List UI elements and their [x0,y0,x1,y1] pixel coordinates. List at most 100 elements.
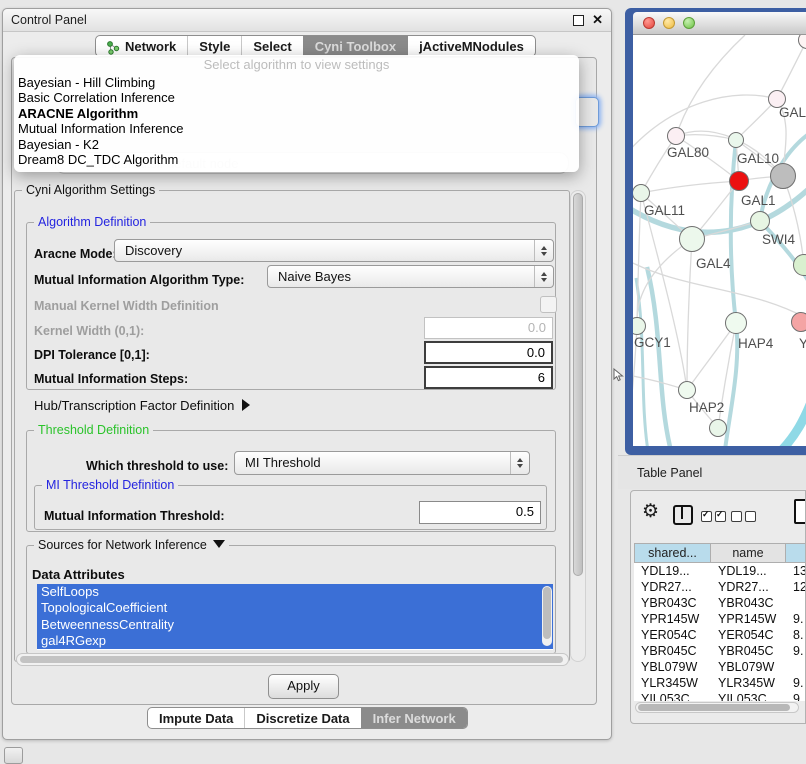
new-table-icon[interactable] [794,499,806,524]
tab-impute-data[interactable]: Impute Data [148,708,244,728]
mi-algorithm-type-select[interactable]: Naive Bayes [267,265,554,288]
minimize-traffic-light-icon[interactable] [663,17,675,29]
mi-threshold-group-title: MI Threshold Definition [42,478,178,492]
kernel-width-input[interactable]: 0.0 [424,317,553,339]
cyni-algorithm-settings-title: Cyni Algorithm Settings [22,183,159,197]
show-selected-columns-icon[interactable] [701,509,729,527]
spinner-arrows-icon [534,266,553,287]
table-cell: YER054C [711,627,786,643]
data-attributes-list[interactable]: SelfLoopsTopologicalCoefficientBetweenne… [37,584,553,650]
table-cell: 12 [786,579,806,595]
network-node[interactable] [750,211,770,231]
table-row[interactable]: YBR045CYBR045C9. [634,643,806,659]
tab-style[interactable]: Style [187,36,241,56]
hide-columns-icon[interactable] [731,509,759,527]
node-label: HAP2 [689,400,724,415]
close-icon[interactable]: ✕ [592,12,603,28]
network-node[interactable] [725,312,747,334]
which-threshold-select[interactable]: MI Threshold [234,451,530,475]
network-edge [676,35,745,136]
network-canvas[interactable]: GALGAL80GAL10GAL1GAL11SWI4GAL4GCY1HAP4YH… [633,35,806,446]
tab-infer-network[interactable]: Infer Network [361,708,467,728]
attribute-item[interactable]: gal4RGexp [37,633,553,649]
gear-icon[interactable]: ⚙ [642,500,659,523]
manual-kernel-width-checkbox[interactable] [540,296,557,313]
table-row[interactable]: YDR27...YDR27...12 [634,579,806,595]
table-row[interactable]: YIL053CYIL053C9. [634,691,806,701]
table-panel-title: Table Panel [637,466,702,480]
network-node[interactable] [729,171,749,191]
network-node[interactable] [770,163,796,189]
algorithm-option[interactable]: Basic Correlation Inference [14,90,579,105]
table-cell: 9. [786,611,806,627]
table-row[interactable]: YBL079WYBL079W [634,659,806,675]
tab-network[interactable]: Network [96,36,187,56]
attribute-item[interactable]: SelfLoops [37,584,553,600]
aracne-mode-select[interactable]: Discovery [114,239,554,262]
algorithm-option[interactable]: Mutual Information Inference [14,121,579,136]
table-cell: YBL079W [711,659,786,675]
network-window-titlebar[interactable] [633,12,806,35]
table-row[interactable]: YER054CYER054C8. [634,627,806,643]
control-panel-titlebar: Control Panel ✕ [3,9,611,32]
algorithm-option[interactable]: Bayesian - K2 [14,137,579,152]
attribute-item[interactable]: BetweennessCentrality [37,617,553,633]
algorithm-dropdown-prompt: Select algorithm to view settings [14,57,579,75]
float-window-icon[interactable] [573,15,584,26]
algorithm-option[interactable]: ARACNE Algorithm [14,106,579,121]
tab-select[interactable]: Select [241,36,302,56]
algorithm-option[interactable]: Dream8 DC_TDC Algorithm [14,152,579,167]
algorithm-dropdown-list: Bayesian - Hill ClimbingBasic Correlatio… [14,75,579,167]
hub-definition-toggle[interactable]: Hub/Transcription Factor Definition [34,398,250,413]
expanded-arrow-icon [213,540,225,548]
close-traffic-light-icon[interactable] [643,17,655,29]
table-panel: ⚙ shared...name YDL19...YDL19...13YDR27.… [630,490,806,724]
apply-button[interactable]: Apply [268,674,339,699]
table-row[interactable]: YPR145WYPR145W9. [634,611,806,627]
kernel-width-label: Kernel Width (0,1): [34,324,144,338]
node-label: SWI4 [762,232,795,247]
network-node[interactable] [678,381,696,399]
column-header[interactable]: shared... [634,543,711,563]
table-cell: YPR145W [634,611,711,627]
network-edge [781,397,806,446]
table-panel-titlebar: Table Panel [618,455,806,489]
table-horizontal-scrollbar[interactable] [635,702,799,713]
table-cell: YBR045C [711,643,786,659]
table-row[interactable]: YDL19...YDL19...13 [634,563,806,579]
table-cell: 13 [786,563,806,579]
network-node[interactable] [791,312,806,332]
mi-steps-input[interactable]: 6 [424,366,553,389]
node-label: HAP4 [738,336,773,351]
network-node[interactable] [667,127,685,145]
table-row[interactable]: YBR043CYBR043C [634,595,806,611]
mi-threshold-input[interactable]: 0.5 [419,501,541,524]
collapsed-panel-button[interactable] [4,747,23,764]
table-cell: 9. [786,675,806,691]
network-node[interactable] [709,419,727,437]
mi-threshold-label: Mutual Information Threshold: [44,509,225,523]
table-row[interactable]: YLR345WYLR345W9. [634,675,806,691]
zoom-traffic-light-icon[interactable] [683,17,695,29]
attribute-item[interactable]: TopologicalCoefficient [37,600,553,616]
tab-jactivemnodules[interactable]: jActiveMNodules [407,36,535,56]
algorithm-definition-title: Algorithm Definition [34,215,150,229]
algorithm-option[interactable]: Bayesian - Hill Climbing [14,75,579,90]
settings-horizontal-scrollbar[interactable] [16,653,569,666]
tab-cyni-toolbox[interactable]: Cyni Toolbox [303,36,407,56]
tab-discretize-data[interactable]: Discretize Data [244,708,360,728]
node-label: GCY1 [634,335,671,350]
column-header[interactable] [786,543,806,563]
dpi-tolerance-input[interactable]: 0.0 [424,341,553,364]
column-header[interactable]: name [711,543,786,563]
table-cell: YIL053C [711,691,786,701]
split-columns-icon[interactable] [673,505,693,525]
settings-vertical-scrollbar[interactable] [570,190,586,662]
network-node[interactable] [679,226,705,252]
attributes-vertical-scrollbar[interactable] [542,586,552,646]
sources-group-title[interactable]: Sources for Network Inference [34,538,229,552]
table-cell: YDL19... [634,563,711,579]
table-cell: YDL19... [711,563,786,579]
network-node[interactable] [728,132,744,148]
node-label: GAL11 [644,203,685,218]
